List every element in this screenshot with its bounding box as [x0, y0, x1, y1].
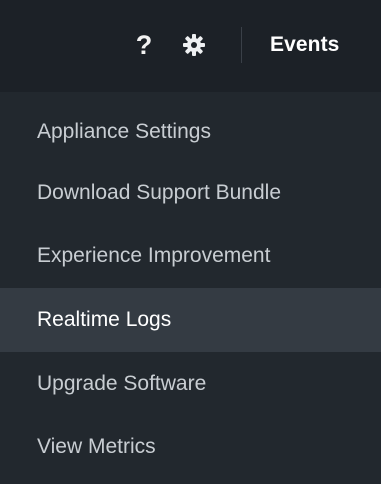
header-divider [241, 27, 242, 63]
menu-item-experience-improvement[interactable]: Experience Improvement [0, 224, 381, 288]
menu-item-realtime-logs[interactable]: Realtime Logs [0, 288, 381, 352]
top-bar: ? Events [0, 0, 381, 92]
menu-item-view-metrics[interactable]: View Metrics [0, 415, 381, 479]
menu-item-appliance-settings[interactable]: Appliance Settings [0, 100, 381, 164]
menu-item-download-support-bundle[interactable]: Download Support Bundle [0, 161, 381, 225]
events-button[interactable]: Events [270, 25, 339, 65]
gear-icon[interactable] [182, 33, 206, 57]
settings-menu: Appliance Settings Download Support Bund… [0, 92, 381, 484]
help-icon[interactable]: ? [132, 25, 156, 65]
menu-item-upgrade-software[interactable]: Upgrade Software [0, 352, 381, 416]
